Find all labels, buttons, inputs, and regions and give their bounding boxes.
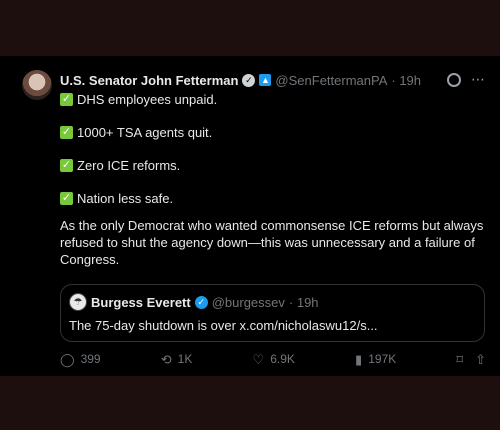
repost-button[interactable]: ⟲ 1K (161, 352, 193, 366)
check-item-text: 1000+ TSA agents quit. (77, 124, 213, 140)
top-right-icons: ⋯ (447, 71, 486, 88)
repost-icon: ⟲ (160, 351, 172, 367)
reply-icon: ◯ (60, 351, 75, 367)
tweet-actions: ◯ 399 ⟲ 1K ♡ 6.9K ▮ 197K ⌑ ⇧ (60, 352, 486, 366)
author-avatar[interactable] (22, 70, 52, 100)
quoted-tweet-time[interactable]: · 19h (289, 295, 319, 310)
reply-button[interactable]: ◯ 399 (60, 352, 101, 366)
quoted-tweet-header: ☂ Burgess Everett ✓ @burgessev · 19h (69, 293, 319, 311)
like-icon: ♡ (252, 351, 265, 367)
check-item: ✓ Zero ICE reforms. (60, 156, 490, 174)
author-handle[interactable]: @SenFettermanPA (275, 73, 387, 88)
tweet-paragraph: As the only Democrat who wanted commonse… (60, 218, 484, 267)
reply-count: 399 (80, 352, 101, 366)
checkmark-icon: ✓ (60, 125, 73, 139)
check-item-text: Zero ICE reforms. (77, 157, 181, 173)
views-icon: ▮ (355, 351, 363, 367)
tweet-body: ✓ DHS employees unpaid. ✓ 1000+ TSA agen… (60, 90, 490, 268)
government-badge-icon: ▲ (259, 74, 272, 86)
like-count: 6.9K (270, 352, 295, 366)
check-item-text: Nation less safe. (77, 190, 174, 206)
checkmark-icon: ✓ (60, 158, 73, 172)
quoted-tweet-text: The 75-day shutdown is over x.com/nichol… (69, 318, 378, 333)
quoted-verified-badge-icon: ✓ (194, 295, 208, 309)
check-item: ✓ DHS employees unpaid. (60, 90, 490, 108)
quoted-author-name[interactable]: Burgess Everett (91, 295, 191, 310)
repost-count: 1K (177, 352, 193, 366)
check-item-text: DHS employees unpaid. (77, 91, 218, 107)
share-icon[interactable]: ⇧ (475, 353, 486, 366)
check-item: ✓ Nation less safe. (60, 189, 490, 207)
check-item: ✓ 1000+ TSA agents quit. (60, 123, 490, 141)
quoted-author-handle[interactable]: @burgessev (212, 295, 285, 310)
checkmark-icon: ✓ (60, 92, 73, 106)
views-count: 197K (368, 352, 397, 366)
verified-badge-icon: ✓ (242, 73, 256, 87)
right-actions: ⌑ ⇧ (456, 353, 486, 366)
like-button[interactable]: ♡ 6.9K (253, 352, 295, 366)
author-name[interactable]: U.S. Senator John Fetterman (60, 73, 238, 88)
tweet-time[interactable]: · 19h (391, 73, 421, 88)
bookmark-icon[interactable]: ⌑ (456, 353, 463, 366)
more-icon[interactable]: ⋯ (471, 71, 486, 88)
quoted-tweet[interactable]: ☂ Burgess Everett ✓ @burgessev · 19h The… (60, 284, 485, 342)
tweet-header: U.S. Senator John Fetterman ✓ ▲ @SenFett… (60, 71, 421, 89)
grok-icon[interactable] (447, 72, 461, 87)
quoted-author-avatar[interactable]: ☂ (69, 293, 87, 311)
checkmark-icon: ✓ (60, 191, 73, 205)
views-button[interactable]: ▮ 197K (355, 352, 396, 366)
